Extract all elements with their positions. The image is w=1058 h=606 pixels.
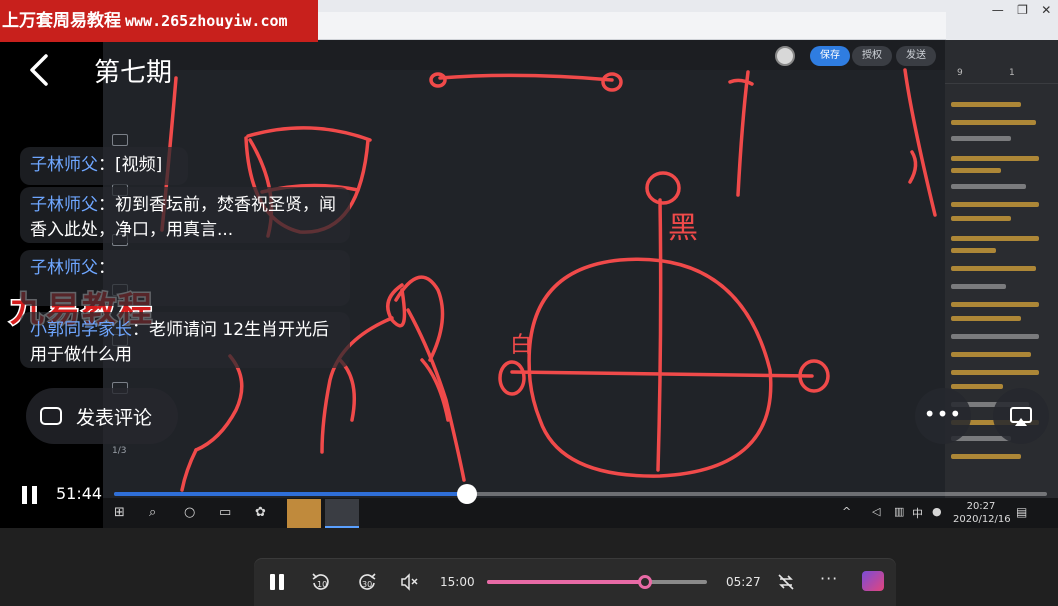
ime-indicator: 中 (912, 507, 923, 520)
pause-button[interactable] (270, 574, 284, 590)
clock-time: 20:27 (966, 501, 996, 512)
media-app-icon[interactable] (862, 571, 884, 591)
comment-item: 子林师父： (20, 250, 350, 306)
task-view-icon: ▭ (219, 505, 232, 520)
watermark-banner: 上万套周易教程 www.265zhouyiw.com (0, 0, 318, 42)
current-time: 15:00 (440, 575, 475, 589)
more-icon[interactable]: ··· (820, 569, 838, 588)
comment-item: 子林师父：[视频] (20, 147, 188, 185)
windows-icon: ⊞ (114, 505, 125, 520)
video-elapsed-time: 51:44 (56, 484, 103, 503)
post-comment-button[interactable]: 发表评论 (26, 388, 178, 444)
comment-author: 子林师父 (30, 195, 98, 215)
notification-icon: ▤ (1016, 505, 1028, 519)
video-progress-bar[interactable] (114, 484, 1047, 504)
comment-author: 子林师父 (30, 258, 98, 278)
cortana-icon: ○ (184, 505, 196, 520)
watermark-text: 上万套周易教程 (2, 11, 121, 31)
comment-item: 小郭同学家长：老师请问 12生肖开光后用于做什么用 (20, 312, 350, 368)
post-comment-label: 发表评论 (76, 406, 153, 429)
mute-icon (401, 573, 410, 591)
board-label-left: 白 (510, 333, 532, 358)
clock-date: 2020/12/16 (953, 514, 1011, 525)
duration: 05:27 (726, 575, 761, 589)
seek-bar[interactable] (487, 575, 707, 589)
more-options-button[interactable]: ••• (915, 388, 971, 444)
comment-author: 小郭同学家长 (30, 320, 132, 340)
rewind-button[interactable]: 10 (310, 571, 332, 593)
taskbar-app (325, 499, 359, 528)
rewind-label: 10 (317, 580, 327, 589)
tray-app-icon: ● (932, 505, 942, 518)
watermark-url: www.265zhouyiw.com (125, 12, 288, 30)
comment-author: 子林师父 (30, 155, 98, 175)
video-progress-handle[interactable] (456, 484, 477, 504)
network-icon: ▥ (894, 505, 905, 518)
speaker-icon: ◁ (872, 505, 881, 518)
search-icon: ⌕ (149, 505, 157, 520)
chevron-left-icon (30, 54, 48, 86)
cast-button[interactable] (993, 388, 1049, 444)
app-icon: ✿ (255, 505, 266, 520)
video-progress-fill (114, 492, 467, 496)
mute-button[interactable] (400, 573, 420, 591)
back-button[interactable] (26, 52, 56, 88)
media-control-bar: 10 30 15:00 05:27 ··· (254, 559, 896, 606)
comment-item: 子林师父：初到香坛前，焚香祝圣贤，闻香入此处，净口，用真言... (20, 187, 350, 243)
taskbar-clock: 20:27 2020/12/16 (953, 500, 1011, 526)
forward-button[interactable]: 30 (356, 571, 378, 593)
page-title: 第七期 (94, 58, 173, 88)
video-pause-button[interactable] (22, 486, 38, 504)
comment-text: [视频] (115, 155, 163, 175)
app-window: — ❐ ✕ 保存 授权 发送 1/3 9 1 黑 白 ⊞ ⌕ ○ ▭ ✿ ^ ◁… (0, 0, 1058, 606)
seek-handle[interactable] (638, 575, 653, 589)
forward-label: 30 (362, 580, 372, 589)
board-label-top: 黑 (668, 211, 698, 246)
comment-icon (40, 404, 62, 425)
video-frame[interactable]: — ❐ ✕ 保存 授权 发送 1/3 9 1 黑 白 ⊞ ⌕ ○ ▭ ✿ ^ ◁… (0, 0, 1058, 528)
tray-arrow-icon: ^ (842, 505, 852, 518)
taskbar-app-active (287, 499, 321, 528)
seek-fill (487, 580, 646, 584)
repeat-off-button[interactable] (775, 571, 797, 593)
